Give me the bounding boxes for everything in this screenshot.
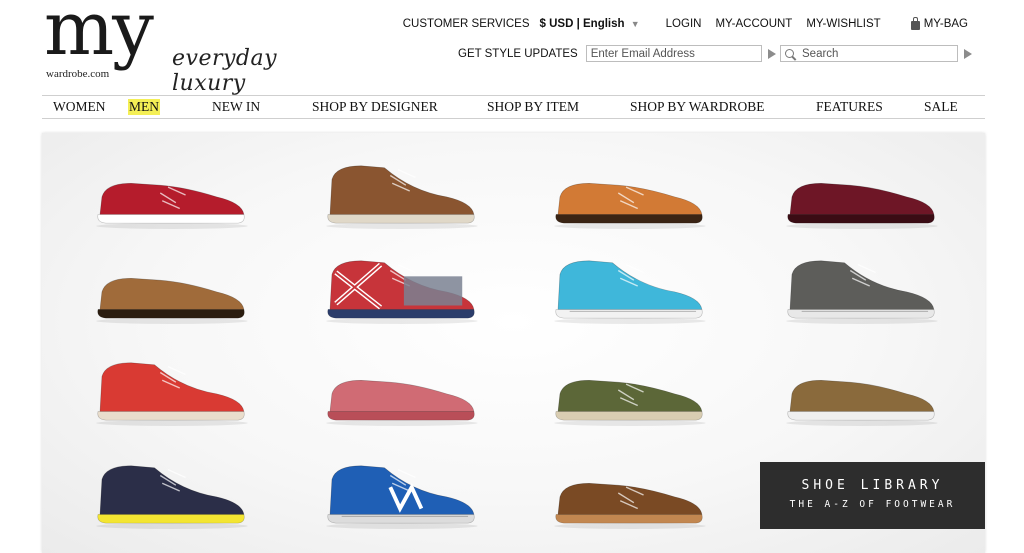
search-icon [785, 49, 794, 58]
dropdown-caret-icon: ▼ [630, 19, 640, 29]
nav-item-new-in[interactable]: NEW IN [212, 99, 260, 115]
product-tile[interactable] [90, 253, 250, 324]
shoe-image [96, 362, 248, 426]
currency-label: $ USD [539, 18, 574, 30]
product-tile[interactable] [320, 458, 480, 529]
shoe-image [554, 260, 706, 324]
site-logo[interactable]: my wardrobe.com everyday luxury [44, 0, 344, 96]
search-input[interactable]: Search [780, 45, 958, 62]
newsletter-signup: GET STYLE UPDATES Enter Email Address [458, 45, 776, 62]
product-tile[interactable] [780, 355, 940, 426]
currency-separator: | [576, 18, 580, 30]
nav-item-sale[interactable]: SALE [924, 99, 958, 115]
my-bag-link[interactable]: MY-BAG [910, 16, 968, 30]
shoe-image [96, 277, 248, 324]
my-bag-label: MY-BAG [923, 18, 968, 30]
banner-title: SHOE LIBRARY [801, 478, 944, 493]
nav-item-men[interactable]: MEN [128, 99, 160, 115]
shoe-image [326, 379, 478, 426]
shoe-image [786, 260, 938, 324]
newsletter-label: GET STYLE UPDATES [458, 47, 578, 60]
product-tile[interactable] [320, 355, 480, 426]
nav-item-features[interactable]: FEATURES [816, 99, 883, 115]
product-tile[interactable] [548, 253, 708, 324]
product-tile[interactable] [90, 458, 250, 529]
shoe-image [326, 260, 478, 324]
search-bar: Search [780, 45, 972, 62]
product-tile[interactable] [548, 158, 708, 229]
product-tile[interactable] [780, 253, 940, 324]
email-field[interactable]: Enter Email Address [585, 45, 762, 62]
shoe-image [554, 482, 706, 529]
product-tile[interactable] [90, 158, 250, 229]
shoe-image [96, 465, 248, 529]
product-tile[interactable] [320, 158, 480, 229]
product-tile[interactable] [548, 458, 708, 529]
logo-mark: my [44, 0, 154, 72]
shoe-image [554, 379, 706, 426]
shoe-image [96, 182, 248, 229]
shoe-image [786, 182, 938, 229]
logo-site-name: wardrobe.com [46, 68, 110, 80]
newsletter-submit-arrow-icon[interactable] [767, 48, 776, 59]
nav-item-shop-by-designer[interactable]: SHOP BY DESIGNER [312, 99, 438, 115]
currency-language-selector[interactable]: $ USD | English ▼ [540, 18, 640, 30]
product-tile[interactable] [90, 355, 250, 426]
nav-item-shop-by-item[interactable]: SHOP BY ITEM [487, 99, 579, 115]
my-wishlist-link[interactable]: MY-WISHLIST [806, 18, 880, 30]
my-account-link[interactable]: MY-ACCOUNT [715, 18, 792, 30]
nav-item-shop-by-wardrobe[interactable]: SHOP BY WARDROBE [630, 99, 765, 115]
main-nav: WOMEN MEN NEW IN SHOP BY DESIGNER SHOP B… [42, 95, 985, 119]
login-link[interactable]: LOGIN [666, 18, 702, 30]
search-submit-arrow-icon[interactable] [964, 48, 972, 59]
product-tile[interactable] [320, 253, 480, 324]
shoe-library-banner[interactable]: SHOE LIBRARY THE A-Z OF FOOTWEAR [760, 462, 985, 529]
search-placeholder: Search [802, 47, 839, 60]
shoe-image [326, 165, 478, 229]
language-label: English [583, 18, 625, 30]
nav-item-women[interactable]: WOMEN [53, 99, 106, 115]
customer-services-link[interactable]: CUSTOMER SERVICES [403, 18, 530, 30]
utility-bar: CUSTOMER SERVICES $ USD | English ▼ LOGI… [403, 16, 968, 32]
banner-subtitle: THE A-Z OF FOOTWEAR [789, 499, 956, 510]
product-tile[interactable] [780, 158, 940, 229]
logo-tagline: everyday luxury [172, 46, 278, 96]
shoe-image [554, 182, 706, 229]
shoe-image [326, 465, 478, 529]
shopping-bag-icon [910, 16, 920, 30]
shoe-image [786, 379, 938, 426]
email-placeholder: Enter Email Address [590, 47, 695, 60]
product-tile[interactable] [548, 355, 708, 426]
